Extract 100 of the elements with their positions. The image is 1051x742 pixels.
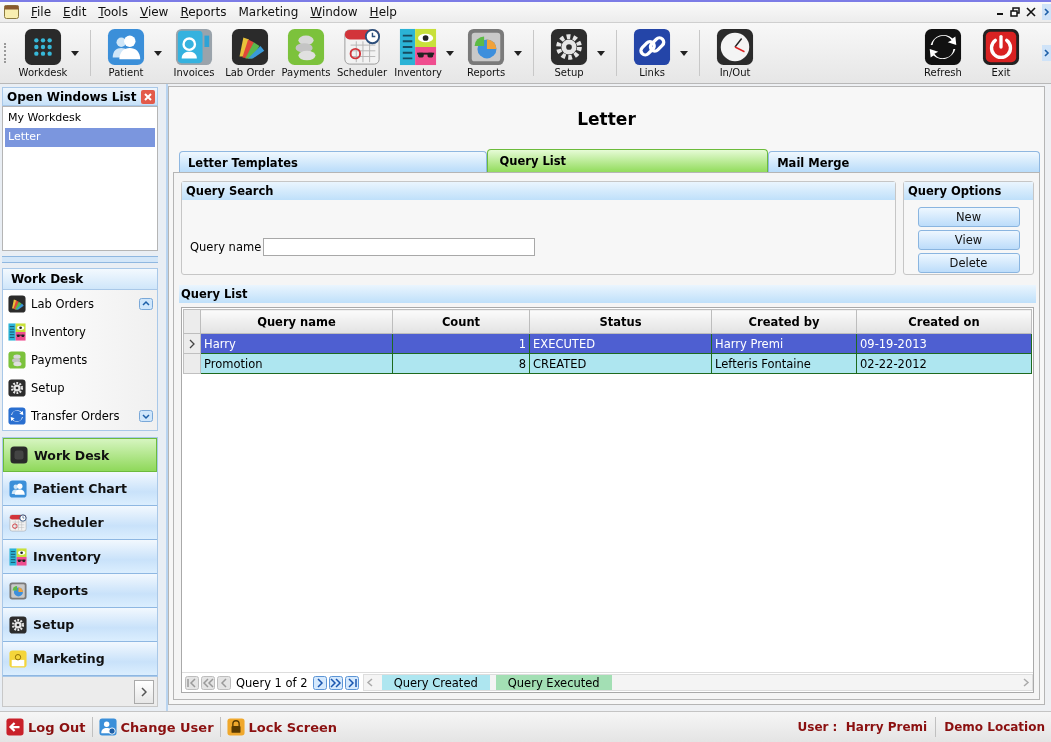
pager-text: Query 1 of 2	[236, 675, 308, 690]
menu-item[interactable]: Tools	[92, 5, 134, 19]
table-cell: Harry	[200, 333, 393, 354]
work-desk-link[interactable]: Lab Orders	[31, 297, 95, 312]
column-header[interactable]: Count	[392, 309, 530, 334]
caret-icon[interactable]	[154, 50, 162, 56]
navigation-button[interactable]: Marketing	[3, 642, 157, 677]
navigation-button[interactable]: Reports	[3, 574, 157, 609]
toolbar-button[interactable]: Lab Order	[223, 28, 277, 78]
work-desk-link[interactable]: Inventory	[31, 325, 86, 340]
close-icon[interactable]	[1026, 7, 1036, 17]
next-page-icon[interactable]	[312, 675, 327, 690]
menu-item[interactable]: Reports	[174, 5, 233, 19]
column-header[interactable]: Query name	[200, 309, 393, 334]
power-icon[interactable]	[982, 28, 1020, 66]
clock-icon	[716, 28, 755, 66]
link-icon	[633, 28, 672, 66]
work-desk-link[interactable]: Transfer Orders	[31, 409, 120, 424]
scroll-down-icon[interactable]	[139, 410, 153, 423]
table-cell: 8	[392, 353, 530, 374]
toolbar-button[interactable]: Setup	[542, 28, 609, 78]
legend-item: Query Created	[381, 675, 490, 690]
menu-item[interactable]: View	[133, 5, 175, 19]
status-action[interactable]: Lock Screen	[224, 718, 340, 736]
refresh-icon	[8, 407, 26, 426]
table-row[interactable]: Harry 1 EXECUTED Harry Premi 09-19-2013	[183, 333, 1032, 354]
table-cell: 02-22-2012	[856, 353, 1032, 374]
work-desk-link[interactable]: Payments	[31, 353, 88, 368]
panel-title: Work Desk	[11, 272, 84, 287]
eye-glasses-icon	[9, 547, 27, 566]
table-cell: Harry Premi	[711, 333, 857, 354]
toolbar-button[interactable]: Workdesk	[16, 28, 82, 78]
toolbar-button[interactable]: Links	[625, 28, 692, 78]
caret-icon[interactable]	[597, 50, 606, 56]
toolbar-button[interactable]: Exit	[976, 28, 1026, 78]
field-label: Query name	[190, 240, 262, 254]
option-button[interactable]: View	[917, 230, 1020, 250]
chevron-right-icon[interactable]	[1042, 4, 1051, 20]
chevron-right-icon	[141, 686, 147, 697]
column-header[interactable]: Created by	[711, 309, 857, 334]
caret-icon[interactable]	[446, 50, 455, 56]
legend-item: Query Executed	[495, 675, 612, 690]
menu-item[interactable]: Marketing	[232, 5, 305, 19]
navigation-button[interactable]: Inventory	[3, 540, 157, 575]
chevron-right-icon[interactable]	[1042, 45, 1051, 61]
menu-item[interactable]: Edit	[57, 5, 93, 19]
tab[interactable]: Letter Templates	[179, 151, 487, 172]
toolbar-button[interactable]: Patient	[99, 28, 165, 78]
tab[interactable]: Mail Merge	[768, 151, 1040, 172]
last-page-icon[interactable]	[344, 675, 359, 690]
navigation-button[interactable]: Setup	[3, 608, 157, 643]
status-action[interactable]: Log Out	[4, 718, 88, 736]
settings-icon	[9, 615, 27, 634]
menu-item[interactable]: Window	[304, 5, 364, 19]
coins-icon	[8, 351, 26, 370]
eye-glasses-icon	[8, 323, 26, 342]
caret-icon[interactable]	[514, 50, 523, 56]
page-title: Letter	[577, 109, 636, 129]
toolbar-button[interactable]: Inventory	[391, 28, 458, 78]
toolbar-button[interactable]: Invoices	[167, 28, 221, 78]
table-cell: CREATED	[529, 353, 712, 374]
tab[interactable]: Query List	[486, 149, 769, 172]
toolbar-button[interactable]: Scheduler	[335, 28, 390, 78]
option-button[interactable]: New	[917, 207, 1020, 227]
group-title: Query Search	[186, 184, 274, 198]
navigation-button[interactable]: Patient Chart	[3, 472, 157, 507]
toolbar-button[interactable]: Refresh	[918, 28, 968, 78]
toolbar-button[interactable]: Payments	[279, 28, 333, 78]
table-cell: Lefteris Fontaine	[711, 353, 857, 374]
option-button[interactable]: Delete	[917, 253, 1020, 273]
navigation-button[interactable]: Work Desk	[3, 438, 157, 473]
work-desk-link[interactable]: Setup	[31, 381, 65, 396]
table-cell: 1	[392, 333, 530, 354]
caret-icon[interactable]	[71, 50, 79, 56]
navigation-button[interactable]: Scheduler	[3, 506, 157, 541]
menu-item[interactable]: File	[25, 5, 58, 19]
app-icon	[4, 5, 19, 19]
expand-button[interactable]	[134, 679, 154, 704]
toolbar-button[interactable]: In/Out	[708, 28, 763, 78]
next-block-icon[interactable]	[328, 675, 343, 690]
scroll-up-icon[interactable]	[139, 298, 153, 311]
column-header[interactable]: Created on	[856, 309, 1032, 334]
pie-chart-icon	[9, 581, 27, 600]
panel-title: Open Windows List	[7, 89, 137, 104]
table-row[interactable]: Promotion 8 CREATED Lefteris Fontaine 02-22-2012	[183, 353, 1032, 374]
caret-icon[interactable]	[680, 50, 689, 56]
input-field[interactable]	[263, 238, 536, 256]
settings-icon	[550, 28, 589, 66]
exit-arrow-icon	[6, 718, 24, 736]
table-cell: 09-19-2013	[856, 333, 1032, 354]
location-name: Demo Location	[944, 720, 1045, 734]
column-header[interactable]: Status	[529, 309, 712, 334]
status-action[interactable]: Change User	[96, 718, 216, 736]
restore-icon[interactable]	[1010, 7, 1020, 17]
menu-item[interactable]: Help	[363, 5, 403, 19]
window-list-item[interactable]: My Workdesk	[5, 109, 155, 129]
refresh-icon[interactable]	[924, 28, 962, 66]
toolbar-button[interactable]: Reports	[459, 28, 526, 78]
row-indicator-icon	[189, 338, 195, 349]
envelope-icon	[9, 649, 27, 668]
